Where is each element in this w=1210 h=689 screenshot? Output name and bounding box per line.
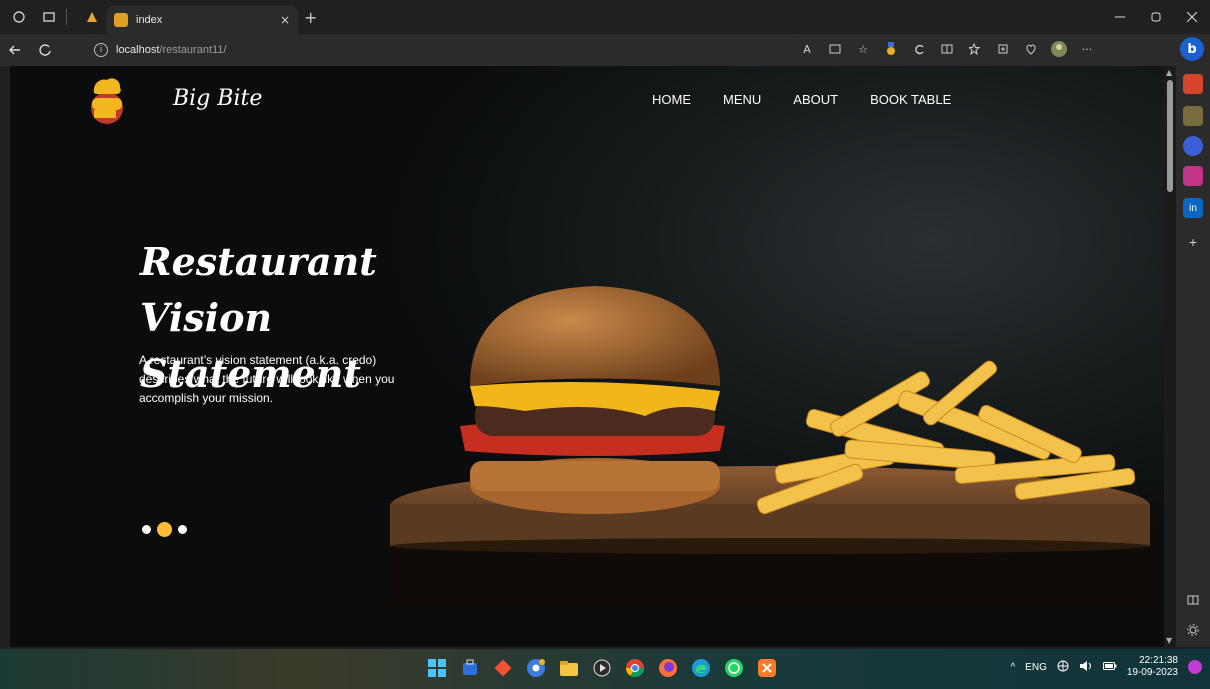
- store-icon[interactable]: [457, 655, 483, 681]
- clock-date: 19-09-2023: [1126, 667, 1178, 678]
- browser-tab-index[interactable]: index ×: [106, 6, 298, 34]
- tab-close-icon[interactable]: ×: [280, 13, 290, 27]
- windows-start-icon[interactable]: [424, 655, 450, 681]
- carousel-dot-1[interactable]: [142, 525, 151, 534]
- browser-tab-bar: index × +: [0, 0, 1210, 34]
- immersive-reader-icon[interactable]: [824, 38, 846, 60]
- extension-icon[interactable]: [908, 38, 930, 60]
- refresh-icon: [39, 44, 51, 56]
- hero-description: A restaurant’s vision statement (a.k.a. …: [139, 353, 395, 405]
- file-explorer-icon[interactable]: [556, 655, 582, 681]
- page-viewport: Big Bite HOME MENU ABOUT BOOK TABLE Rest…: [10, 66, 1164, 647]
- profile-avatar-icon[interactable]: [1048, 38, 1070, 60]
- address-url: localhost/restaurant11/: [116, 44, 226, 56]
- browser-toolbar: i localhost/restaurant11/ A ☆ ··· b: [0, 34, 1210, 66]
- pinned-tab-icon[interactable]: [81, 6, 103, 28]
- page-scrollbar[interactable]: ▲ ▼: [1164, 66, 1176, 647]
- window-controls: [1102, 0, 1210, 34]
- battery-icon[interactable]: [1102, 661, 1117, 674]
- nav-about[interactable]: ABOUT: [793, 92, 838, 107]
- clock-time: 22:21:38: [1139, 655, 1178, 666]
- chrome-icon[interactable]: [622, 655, 648, 681]
- rewards-medal-icon[interactable]: [880, 38, 902, 60]
- taskbar-apps: [424, 655, 780, 681]
- git-icon[interactable]: [490, 655, 516, 681]
- more-options-icon[interactable]: ···: [1076, 38, 1098, 60]
- xampp-icon[interactable]: [754, 655, 780, 681]
- firefox-icon[interactable]: [655, 655, 681, 681]
- hide-sidebar-icon[interactable]: [1183, 590, 1203, 610]
- nav-menu[interactable]: MENU: [723, 92, 761, 107]
- clock[interactable]: 22:21:38 19-09-2023: [1127, 655, 1178, 679]
- outlook-icon[interactable]: [1183, 136, 1203, 156]
- tab-title: index: [136, 14, 163, 26]
- instagram-icon[interactable]: [1183, 166, 1203, 186]
- back-arrow-icon: [9, 45, 20, 55]
- network-icon[interactable]: [1057, 660, 1069, 675]
- brand-name[interactable]: Big Bite: [173, 86, 262, 111]
- address-bar[interactable]: i localhost/restaurant11/: [84, 37, 804, 63]
- main-nav: HOME MENU ABOUT BOOK TABLE: [652, 92, 951, 107]
- minimize-icon[interactable]: [1102, 0, 1138, 34]
- url-path: /restaurant11/: [159, 44, 227, 56]
- media-player-icon[interactable]: [589, 655, 615, 681]
- back-button[interactable]: [0, 36, 30, 64]
- burger-fries-image: [385, 286, 1155, 606]
- tab-favicon-icon: [114, 13, 128, 27]
- refresh-button[interactable]: [30, 36, 60, 64]
- scroll-down-icon[interactable]: ▼: [1166, 636, 1172, 645]
- new-tab-button[interactable]: +: [304, 8, 317, 27]
- collections-icon[interactable]: [992, 38, 1014, 60]
- sidebar-settings-icon[interactable]: [1183, 620, 1203, 640]
- language-indicator[interactable]: ENG: [1025, 662, 1047, 673]
- windows-taskbar: ^ ENG 22:21:38 19-09-2023: [0, 649, 1210, 689]
- scroll-thumb[interactable]: [1167, 80, 1173, 192]
- browser-sidebar: in +: [1176, 66, 1210, 647]
- system-tray: ^ ENG 22:21:38 19-09-2023: [1010, 655, 1202, 679]
- chrome-dev-icon[interactable]: [523, 655, 549, 681]
- browser-essentials-icon[interactable]: [1020, 38, 1042, 60]
- scroll-up-icon[interactable]: ▲: [1166, 68, 1172, 77]
- add-sidebar-app-icon[interactable]: +: [1183, 232, 1203, 252]
- games-icon[interactable]: [1183, 106, 1203, 126]
- restaurant-logo[interactable]: [82, 70, 132, 128]
- close-window-icon[interactable]: [1174, 0, 1210, 34]
- linkedin-icon[interactable]: in: [1183, 198, 1203, 218]
- favorite-star-icon[interactable]: ☆: [852, 38, 874, 60]
- read-aloud-icon[interactable]: A: [796, 38, 818, 60]
- screen: index × + i localhost/restaurant11/ A ☆ …: [0, 0, 1210, 689]
- divider: [66, 9, 67, 25]
- volume-icon[interactable]: [1079, 660, 1093, 675]
- nav-home[interactable]: HOME: [652, 92, 691, 107]
- url-host: localhost: [116, 44, 160, 56]
- edge-icon[interactable]: [688, 655, 714, 681]
- copilot-bing-icon[interactable]: b: [1180, 37, 1204, 61]
- restore-icon[interactable]: [1138, 0, 1174, 34]
- carousel-dot-2-active[interactable]: [157, 522, 172, 537]
- whatsapp-icon[interactable]: [721, 655, 747, 681]
- carousel-dot-3[interactable]: [178, 525, 187, 534]
- toolbar-icons: A ☆ ···: [796, 38, 1098, 60]
- show-hidden-icons-chevron-icon[interactable]: ^: [1010, 662, 1015, 673]
- tools-icon[interactable]: [1183, 74, 1203, 94]
- site-info-icon[interactable]: i: [94, 43, 108, 57]
- notification-badge[interactable]: [1188, 660, 1202, 674]
- favorites-icon[interactable]: [964, 38, 986, 60]
- nav-book-table[interactable]: BOOK TABLE: [870, 92, 951, 107]
- profile-icon[interactable]: [8, 6, 30, 28]
- workspaces-icon[interactable]: [38, 6, 60, 28]
- split-screen-icon[interactable]: [936, 38, 958, 60]
- carousel-indicators: [142, 522, 187, 537]
